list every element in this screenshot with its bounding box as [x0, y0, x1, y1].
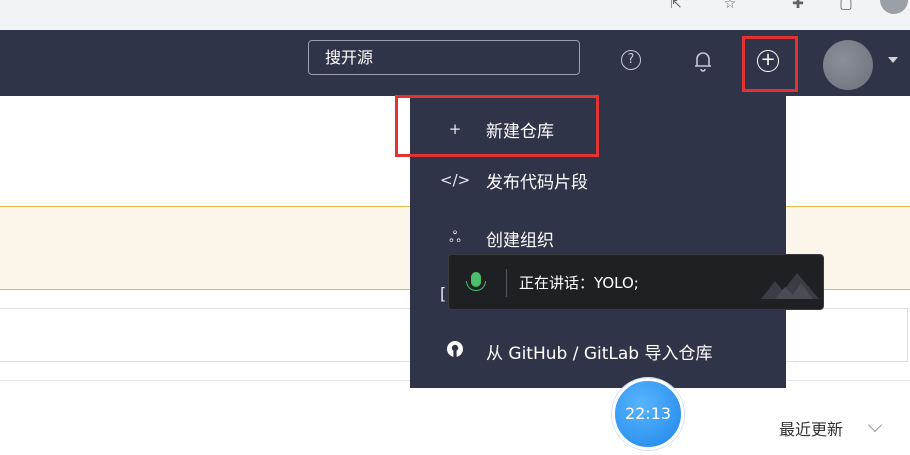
highlight-create-button	[742, 36, 798, 92]
filter-input-right[interactable]	[780, 308, 908, 362]
sort-dropdown-label[interactable]: 最近更新	[779, 416, 843, 440]
help-icon[interactable]: ?	[621, 50, 641, 70]
menu-item-label: 从 GitHub / GitLab 导入仓库	[486, 343, 713, 364]
code-icon: </>	[440, 171, 471, 189]
menu-item-icon: [	[440, 284, 447, 303]
chevron-down-icon[interactable]	[888, 57, 898, 63]
notification-bell-icon[interactable]	[692, 49, 714, 73]
menu-item-publish-snippet[interactable]: </> 发布代码片段	[410, 155, 786, 205]
search-input[interactable]: 搜开源	[308, 40, 580, 75]
browser-profile-avatar[interactable]	[880, 0, 908, 14]
github-icon	[440, 340, 470, 362]
bookmark-star-icon[interactable]: ☆	[722, 0, 738, 12]
share-icon[interactable]: ⇱	[668, 0, 684, 12]
overlay-separator	[506, 269, 507, 297]
extensions-icon[interactable]: ✚	[790, 0, 806, 12]
browser-toolbar: ⇱ ☆ ✚ ▢	[0, 0, 910, 30]
people-icon: ஃ	[449, 228, 461, 246]
clock-badge[interactable]: 22:13	[612, 378, 684, 450]
chevron-down-icon[interactable]	[867, 417, 883, 433]
microphone-stand	[466, 281, 486, 291]
filter-input[interactable]	[0, 308, 418, 362]
window-icon[interactable]: ▢	[838, 0, 854, 12]
voice-input-overlay: 正在讲话：YOLO;	[448, 254, 824, 310]
voice-status-text: 正在讲话：YOLO;	[519, 274, 639, 292]
voice-logo-icon	[761, 273, 819, 299]
user-avatar[interactable]	[823, 40, 873, 90]
highlight-new-repo	[395, 95, 599, 157]
menu-item-label: 创建组织	[486, 230, 554, 251]
menu-item-label: 发布代码片段	[486, 172, 588, 193]
menu-item-import-repo[interactable]: 从 GitHub / GitLab 导入仓库	[410, 326, 786, 376]
